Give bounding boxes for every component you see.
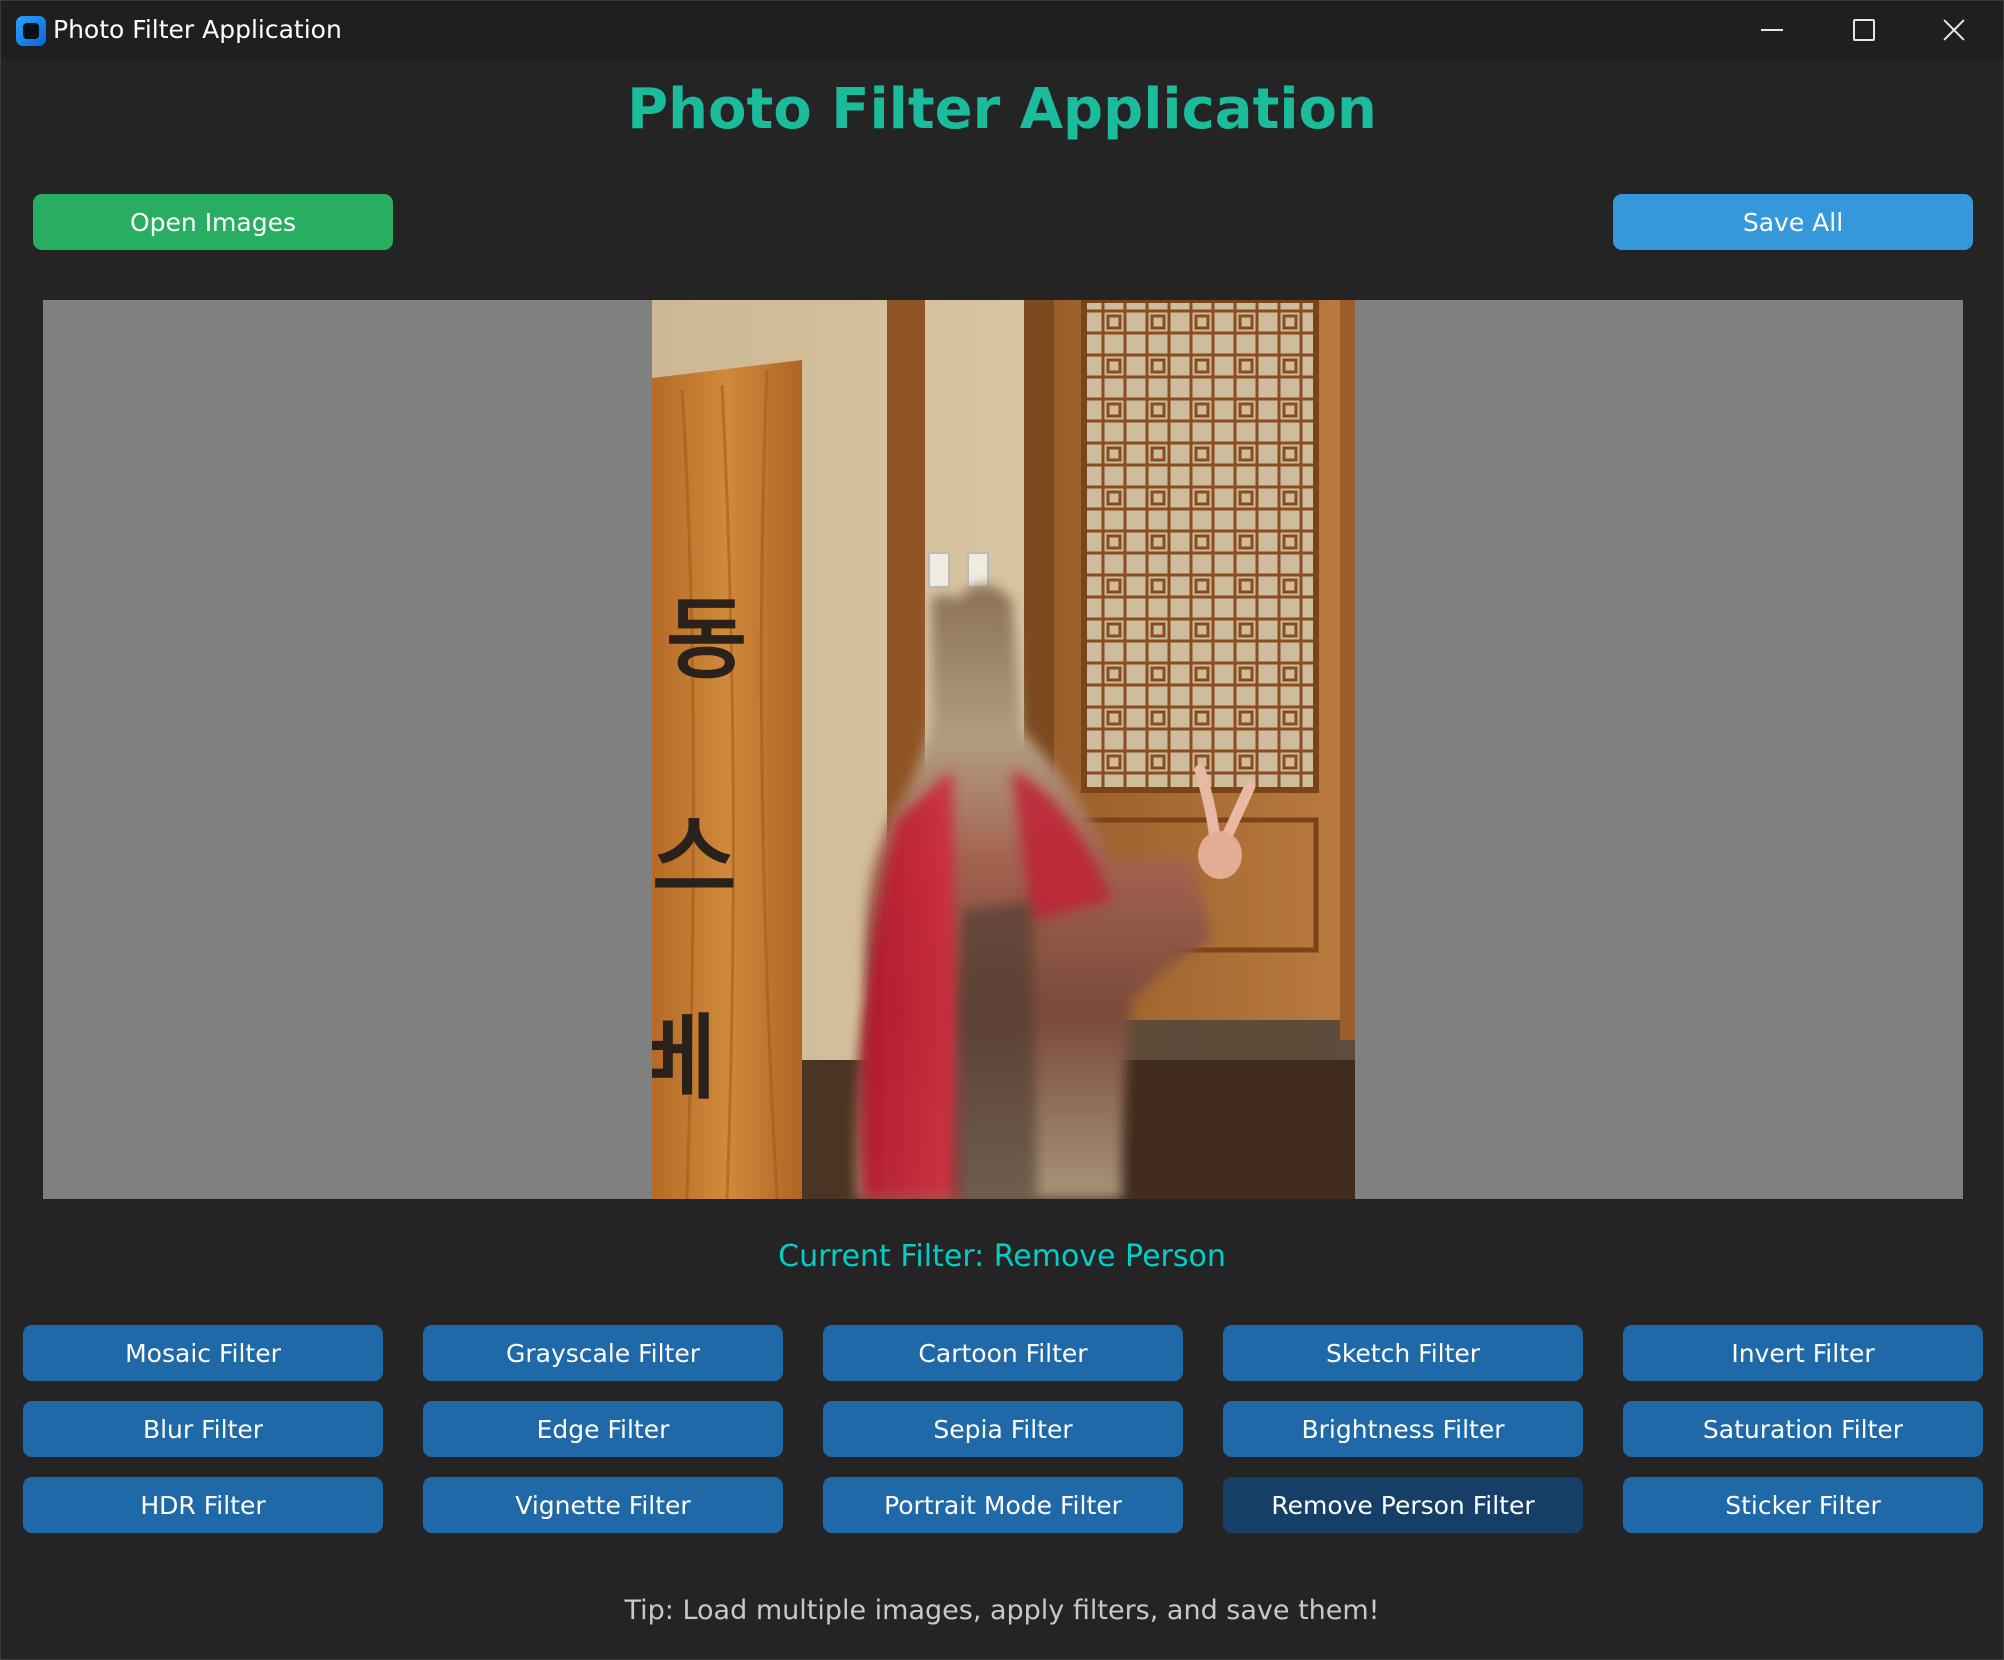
image-preview: 동 스 베 <box>43 300 1963 1199</box>
window-title: Photo Filter Application <box>53 15 342 44</box>
grayscale-filter-button[interactable]: Grayscale Filter <box>423 1325 783 1381</box>
hdr-filter-button[interactable]: HDR Filter <box>23 1477 383 1533</box>
current-filter-label: Current Filter: Remove Person <box>778 1239 1226 1274</box>
sketch-filter-button[interactable]: Sketch Filter <box>1223 1325 1583 1381</box>
remove-person-filter-button[interactable]: Remove Person Filter <box>1223 1477 1583 1533</box>
close-icon <box>1942 18 1966 42</box>
minimize-icon <box>1761 29 1783 31</box>
tip-text: Tip: Load multiple images, apply filters… <box>624 1595 1380 1626</box>
close-button[interactable] <box>1911 1 1997 59</box>
maximize-icon <box>1853 19 1875 41</box>
preview-photo: 동 스 베 <box>652 300 1355 1199</box>
portrait-mode-filter-button[interactable]: Portrait Mode Filter <box>823 1477 1183 1533</box>
maximize-button[interactable] <box>1821 1 1907 59</box>
cartoon-filter-button[interactable]: Cartoon Filter <box>823 1325 1183 1381</box>
saturation-filter-button[interactable]: Saturation Filter <box>1623 1401 1983 1457</box>
minimize-button[interactable] <box>1729 1 1815 59</box>
sign-character: 베 <box>652 1005 717 1112</box>
sticker-filter-button[interactable]: Sticker Filter <box>1623 1477 1983 1533</box>
blur-filter-button[interactable]: Blur Filter <box>23 1401 383 1457</box>
sign-character: 스 <box>652 805 737 912</box>
edge-filter-button[interactable]: Edge Filter <box>423 1401 783 1457</box>
sepia-filter-button[interactable]: Sepia Filter <box>823 1401 1183 1457</box>
brightness-filter-button[interactable]: Brightness Filter <box>1223 1401 1583 1457</box>
invert-filter-button[interactable]: Invert Filter <box>1623 1325 1983 1381</box>
save-all-button[interactable]: Save All <box>1613 194 1973 250</box>
page-title: Photo Filter Application <box>627 77 1377 142</box>
title-bar[interactable]: Photo Filter Application <box>1 1 2003 59</box>
mosaic-filter-button[interactable]: Mosaic Filter <box>23 1325 383 1381</box>
open-images-button[interactable]: Open Images <box>33 194 393 250</box>
app-icon <box>16 16 46 46</box>
sign-character: 동 <box>666 588 747 691</box>
app-window: Photo Filter Application Photo Filter Ap… <box>0 0 2004 1660</box>
vignette-filter-button[interactable]: Vignette Filter <box>423 1477 783 1533</box>
